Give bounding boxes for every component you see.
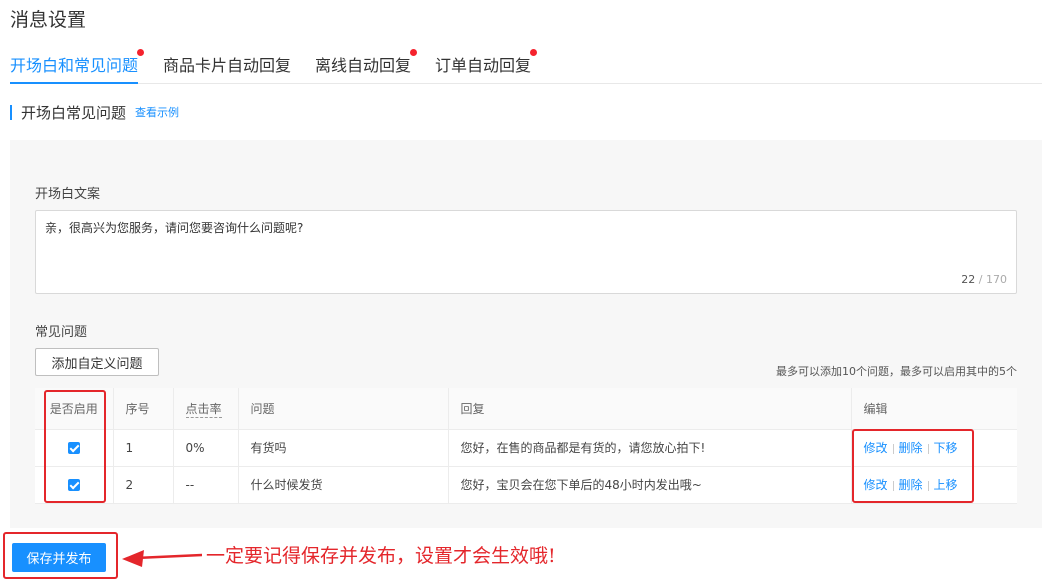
opening-text: 亲，很高兴为您服务，请问您要咨询什么问题呢?: [45, 221, 304, 235]
faq-limit-note: 最多可以添加10个问题，最多可以启用其中的5个: [776, 365, 1017, 378]
ctr-header-label[interactable]: 点击率: [185, 401, 222, 418]
tab-opening-faq[interactable]: 开场白和常见问题: [10, 49, 145, 84]
column-header-question: 问题: [238, 388, 449, 430]
notification-dot: [530, 49, 538, 56]
char-count: 22: [961, 273, 976, 286]
ctr-cell: --: [173, 466, 239, 504]
question-cell: 有货吗: [238, 429, 449, 467]
index-cell: 2: [113, 466, 174, 504]
tab-label: 离线自动回复: [315, 56, 412, 75]
section-header: 开场白常见问题 查看示例: [10, 103, 179, 122]
arrow-left-icon: [122, 550, 202, 567]
add-custom-question-button[interactable]: 添加自定义问题: [35, 348, 159, 376]
index-cell: 1: [113, 429, 174, 467]
column-header-reply: 回复: [448, 388, 852, 430]
tab-bar: 开场白和常见问题 商品卡片自动回复 离线自动回复 订单自动回复: [10, 49, 1042, 84]
tab-label: 开场白和常见问题: [10, 56, 139, 75]
reply-cell: 您好，宝贝会在您下单后的48小时内发出哦~: [448, 466, 852, 504]
section-accent-bar: [10, 104, 12, 120]
char-counter: 22 / 170: [961, 273, 1007, 286]
column-header-edit: 编辑: [851, 388, 1017, 430]
faq-label: 常见问题: [35, 325, 88, 340]
highlight-enable-column: [44, 390, 106, 503]
notification-dot: [137, 49, 145, 56]
annotation-text: 一定要记得保存并发布，设置才会生效哦!: [206, 545, 556, 567]
question-cell: 什么时候发货: [238, 466, 449, 504]
save-publish-button[interactable]: 保存并发布: [12, 543, 106, 572]
tab-label: 商品卡片自动回复: [163, 56, 292, 75]
column-header-ctr: 点击率: [173, 388, 239, 430]
ctr-cell: 0%: [173, 429, 239, 467]
opening-label: 开场白文案: [35, 187, 101, 202]
page-title: 消息设置: [10, 9, 87, 31]
tab-label: 订单自动回复: [435, 56, 532, 75]
column-header-index: 序号: [113, 388, 174, 430]
table-header-row: 是否启用 序号 点击率 问题 回复 编辑: [35, 388, 1017, 430]
opening-textarea[interactable]: 亲，很高兴为您服务，请问您要咨询什么问题呢? 22 / 170: [35, 210, 1017, 294]
tab-product-card-reply[interactable]: 商品卡片自动回复: [163, 52, 291, 84]
tab-order-reply[interactable]: 订单自动回复: [435, 49, 538, 84]
notification-dot: [410, 49, 418, 56]
highlight-edit-actions: [852, 429, 974, 503]
tab-offline-reply[interactable]: 离线自动回复: [315, 49, 418, 84]
char-max: / 170: [978, 273, 1007, 286]
view-example-link[interactable]: 查看示例: [135, 104, 179, 120]
reply-cell: 您好，在售的商品都是有货的，请您放心拍下!: [448, 429, 852, 467]
section-title: 开场白常见问题: [21, 103, 127, 122]
